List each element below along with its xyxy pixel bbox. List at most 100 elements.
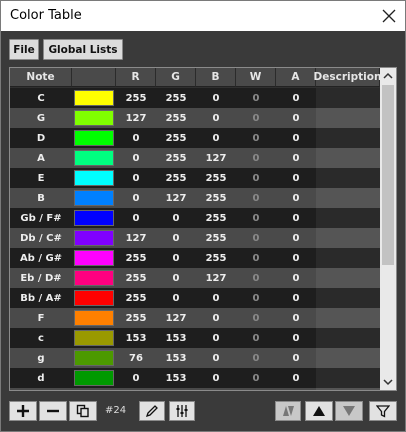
color-swatch[interactable] <box>74 230 114 246</box>
table-row[interactable]: d 0 153 0 0 0 <box>10 368 380 388</box>
col-w-cell[interactable]: 0 <box>236 308 276 328</box>
color-swatch[interactable] <box>74 350 114 366</box>
file-button[interactable]: File <box>9 39 39 60</box>
col-b-cell[interactable]: 255 <box>196 228 236 248</box>
col-w-cell[interactable]: 0 <box>236 208 276 228</box>
col-w-cell[interactable]: 0 <box>236 148 276 168</box>
col-g-cell[interactable]: 153 <box>156 328 196 348</box>
col-a-cell[interactable]: 0 <box>276 348 316 368</box>
scroll-up-button[interactable] <box>380 68 396 84</box>
col-w-cell[interactable]: 0 <box>236 128 276 148</box>
remove-button[interactable] <box>39 401 67 421</box>
col-note-cell[interactable]: E <box>10 168 72 188</box>
close-button[interactable] <box>377 4 401 28</box>
col-description-cell[interactable] <box>316 168 380 188</box>
color-swatch[interactable] <box>74 250 114 266</box>
col-g-cell[interactable]: 127 <box>156 308 196 328</box>
col-description-cell[interactable] <box>316 148 380 168</box>
color-swatch[interactable] <box>74 130 114 146</box>
color-swatch[interactable] <box>74 110 114 126</box>
color-swatch[interactable] <box>74 370 114 386</box>
table-row[interactable]: Gb / F# 0 0 255 0 0 <box>10 208 380 228</box>
col-g-cell[interactable]: 0 <box>156 268 196 288</box>
col-r-cell[interactable]: 0 <box>116 148 156 168</box>
header-col-r[interactable]: R <box>116 68 156 87</box>
col-g-cell[interactable]: 255 <box>156 148 196 168</box>
col-b-cell[interactable]: 255 <box>196 248 236 268</box>
scroll-down-button[interactable] <box>380 374 396 390</box>
table-row[interactable]: B 0 127 255 0 0 <box>10 188 380 208</box>
col-note-cell[interactable]: d <box>10 368 72 388</box>
col-g-cell[interactable]: 255 <box>156 108 196 128</box>
color-swatch[interactable] <box>74 270 114 286</box>
col-note-cell[interactable]: F <box>10 308 72 328</box>
col-description-cell[interactable] <box>316 128 380 148</box>
header-col-w[interactable]: W <box>236 68 276 87</box>
col-note-cell[interactable]: Db / C# <box>10 228 72 248</box>
edit-button[interactable] <box>139 401 165 421</box>
adjust-button[interactable] <box>169 401 195 421</box>
move-up-button[interactable] <box>305 401 333 421</box>
col-note-cell[interactable]: Gb / F# <box>10 208 72 228</box>
col-b-cell[interactable]: 255 <box>196 188 236 208</box>
col-note-cell[interactable]: c <box>10 328 72 348</box>
col-g-cell[interactable]: 255 <box>156 128 196 148</box>
col-w-cell[interactable]: 0 <box>236 328 276 348</box>
col-g-cell[interactable]: 255 <box>156 168 196 188</box>
col-w-cell[interactable]: 0 <box>236 108 276 128</box>
col-b-cell[interactable]: 255 <box>196 208 236 228</box>
col-g-cell[interactable]: 0 <box>156 248 196 268</box>
col-description-cell[interactable] <box>316 268 380 288</box>
col-g-cell[interactable]: 255 <box>156 88 196 108</box>
col-w-cell[interactable]: 0 <box>236 348 276 368</box>
col-b-cell[interactable]: 0 <box>196 348 236 368</box>
col-description-cell[interactable] <box>316 388 380 390</box>
col-g-cell[interactable]: 0 <box>156 208 196 228</box>
col-g-cell[interactable]: 127 <box>156 188 196 208</box>
filter-button[interactable] <box>369 401 397 421</box>
col-description-cell[interactable] <box>316 328 380 348</box>
col-w-cell[interactable]: 0 <box>236 288 276 308</box>
col-a-cell[interactable]: 0 <box>276 368 316 388</box>
col-r-cell[interactable]: 0 <box>116 128 156 148</box>
col-description-cell[interactable] <box>316 188 380 208</box>
col-a-cell[interactable]: 0 <box>276 148 316 168</box>
col-note-cell[interactable]: B <box>10 188 72 208</box>
col-note-cell[interactable]: Ab / G# <box>10 248 72 268</box>
table-row[interactable]: Ab / G# 255 0 255 0 0 <box>10 248 380 268</box>
col-note-cell[interactable]: A <box>10 148 72 168</box>
col-a-cell[interactable]: 0 <box>276 308 316 328</box>
table-row[interactable]: Db / C# 127 0 255 0 0 <box>10 228 380 248</box>
col-r-cell[interactable]: 76 <box>116 348 156 368</box>
col-a-cell[interactable]: 0 <box>276 128 316 148</box>
col-b-cell[interactable]: 76 <box>196 388 236 390</box>
table-row[interactable]: G 127 255 0 0 0 <box>10 108 380 128</box>
col-g-cell[interactable]: 153 <box>156 388 196 390</box>
col-a-cell[interactable]: 0 <box>276 268 316 288</box>
color-swatch[interactable] <box>74 210 114 226</box>
col-r-cell[interactable]: 255 <box>116 88 156 108</box>
col-g-cell[interactable]: 153 <box>156 348 196 368</box>
col-a-cell[interactable]: 0 <box>276 188 316 208</box>
col-r-cell[interactable]: 255 <box>116 248 156 268</box>
col-b-cell[interactable]: 0 <box>196 328 236 348</box>
col-description-cell[interactable] <box>316 248 380 268</box>
col-w-cell[interactable]: 0 <box>236 268 276 288</box>
col-r-cell[interactable]: 255 <box>116 288 156 308</box>
table-row[interactable]: c 153 153 0 0 0 <box>10 328 380 348</box>
col-g-cell[interactable]: 153 <box>156 368 196 388</box>
table-row[interactable]: Bb / A# 255 0 0 0 0 <box>10 288 380 308</box>
col-b-cell[interactable]: 0 <box>196 308 236 328</box>
header-col-b[interactable]: B <box>196 68 236 87</box>
col-a-cell[interactable]: 0 <box>276 228 316 248</box>
col-w-cell[interactable]: 0 <box>236 248 276 268</box>
duplicate-button[interactable] <box>69 401 97 421</box>
col-w-cell[interactable]: 0 <box>236 168 276 188</box>
col-b-cell[interactable]: 0 <box>196 288 236 308</box>
color-swatch[interactable] <box>74 90 114 106</box>
col-r-cell[interactable]: 255 <box>116 308 156 328</box>
col-b-cell[interactable]: 127 <box>196 148 236 168</box>
col-b-cell[interactable]: 0 <box>196 108 236 128</box>
col-b-cell[interactable]: 127 <box>196 268 236 288</box>
col-note-cell[interactable]: C <box>10 88 72 108</box>
